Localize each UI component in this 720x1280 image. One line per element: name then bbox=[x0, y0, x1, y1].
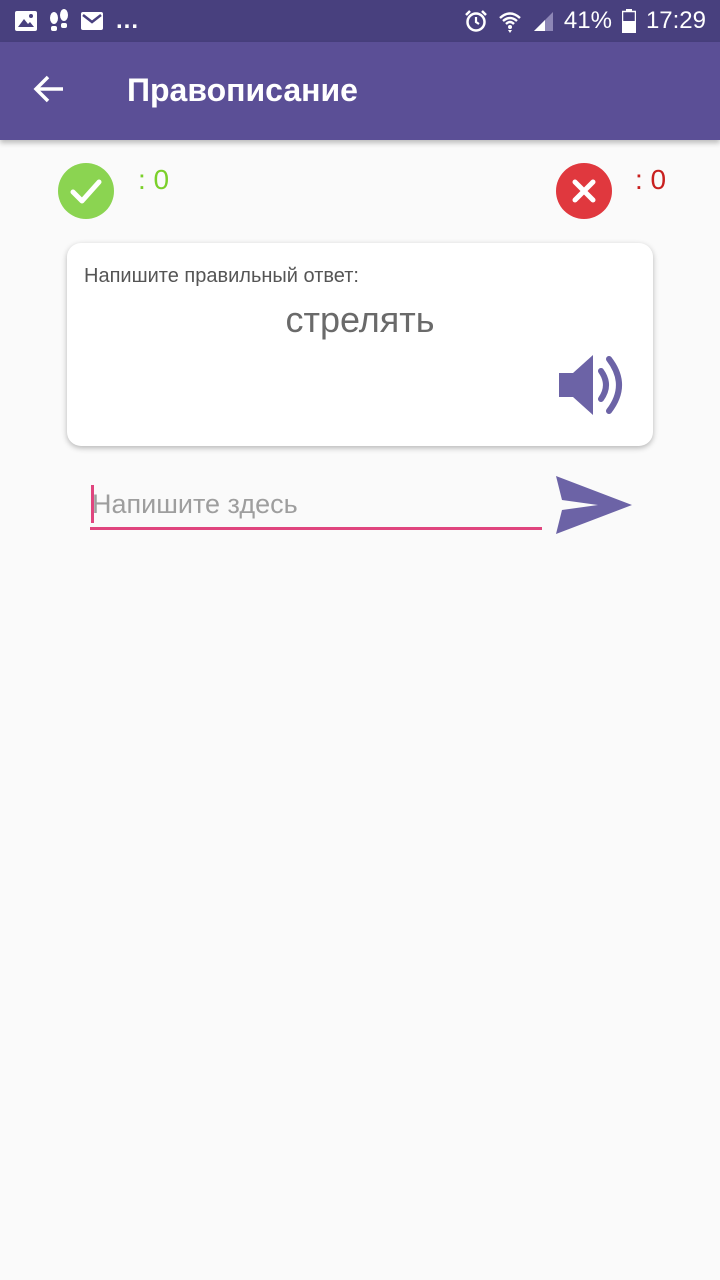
battery-percent: 41% bbox=[563, 7, 612, 34]
wrong-count: : 0 bbox=[635, 164, 667, 195]
speaker-icon bbox=[557, 355, 629, 423]
alarm-icon bbox=[464, 9, 488, 33]
text-caret bbox=[91, 485, 94, 523]
cross-icon bbox=[556, 163, 612, 219]
status-bar-right: 41% 17:29 bbox=[464, 7, 706, 35]
question-word: стрелять bbox=[285, 299, 435, 340]
mail-icon bbox=[80, 11, 104, 31]
play-audio-button[interactable] bbox=[557, 351, 629, 419]
correct-count: : 0 bbox=[138, 164, 170, 195]
send-button[interactable] bbox=[554, 474, 634, 536]
question-prompt: Напишите правильный ответ: bbox=[84, 265, 359, 287]
question-card: Напишите правильный ответ: стрелять bbox=[67, 243, 653, 446]
send-icon bbox=[554, 476, 634, 540]
notification-icon bbox=[48, 9, 70, 33]
image-icon bbox=[14, 10, 38, 32]
answer-field bbox=[90, 482, 542, 530]
answer-input[interactable] bbox=[90, 482, 542, 526]
status-bar-left: ... bbox=[14, 7, 139, 35]
battery-icon bbox=[621, 9, 636, 33]
more-notifications: ... bbox=[116, 7, 140, 34]
arrow-left-icon bbox=[33, 74, 65, 109]
clock: 17:29 bbox=[645, 7, 706, 34]
signal-icon bbox=[532, 10, 554, 32]
back-button[interactable] bbox=[22, 66, 76, 116]
page-title: Правописание bbox=[127, 72, 358, 108]
app-bar: Правописание bbox=[0, 42, 720, 140]
status-bar: ... 41% 17:29 bbox=[0, 0, 720, 42]
check-icon bbox=[58, 163, 114, 219]
wifi-icon bbox=[498, 9, 522, 33]
